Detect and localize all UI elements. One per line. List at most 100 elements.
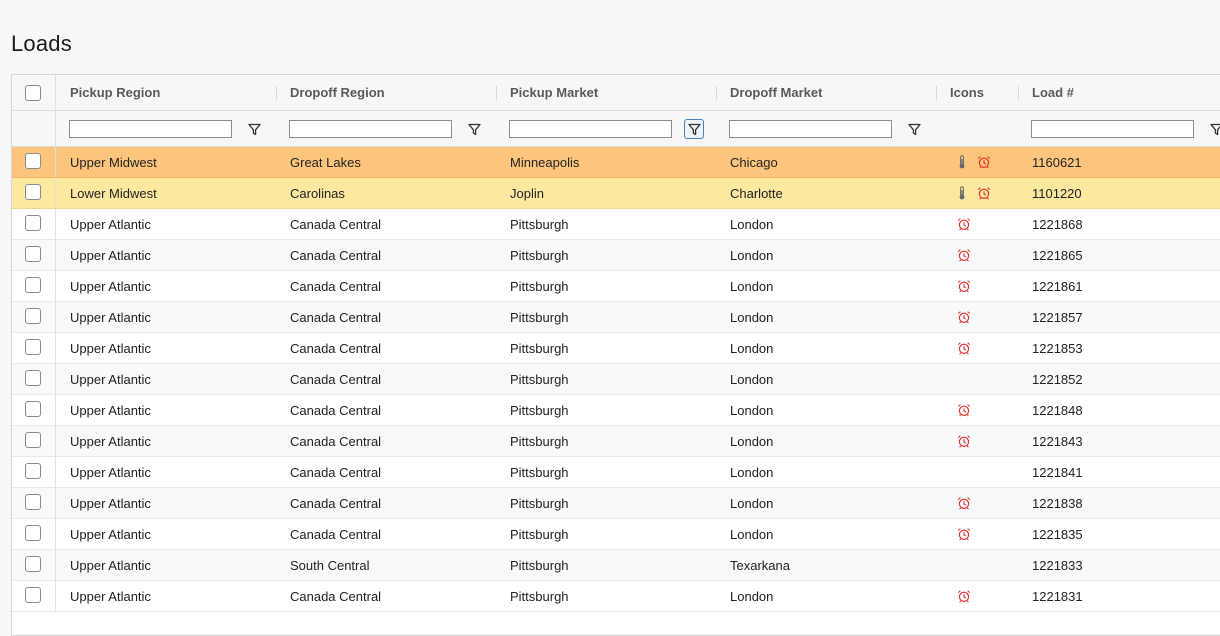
row-checkbox[interactable] xyxy=(25,370,41,386)
pickup-market-cell: Pittsburgh xyxy=(510,209,569,239)
table-row[interactable]: Upper AtlanticCanada CentralPittsburghLo… xyxy=(12,333,1220,364)
table-row[interactable]: Upper Atlantic Canada Central Pittsburgh Lo… xyxy=(12,488,1220,519)
pickup-region-cell: Upper Atlantic xyxy=(70,519,151,549)
dropoff-region-filter-input[interactable] xyxy=(289,120,452,138)
dropoff-region-cell: Canada Central xyxy=(290,395,381,425)
pickup-market-filter-input[interactable] xyxy=(509,120,672,138)
dropoff-region-cell: Canada Central xyxy=(290,581,381,611)
column-header-label: Icons xyxy=(950,85,984,100)
column-separator[interactable] xyxy=(276,86,277,100)
table-row[interactable]: Upper AtlanticCanada CentralPittsburghLo… xyxy=(12,519,1220,550)
pickup-region-cell: Upper Atlantic xyxy=(70,488,151,518)
pickup-market-cell: Pittsburgh xyxy=(510,333,569,363)
row-checkbox[interactable] xyxy=(25,277,41,293)
dropoff-market-cell: London xyxy=(730,581,773,611)
row-checkbox-cell xyxy=(12,550,56,580)
row-checkbox-cell xyxy=(12,240,56,270)
table-row[interactable]: Upper AtlanticCanada CentralPittsburghLo… xyxy=(12,209,1220,240)
row-checkbox[interactable] xyxy=(25,401,41,417)
column-separator[interactable] xyxy=(1018,86,1019,100)
row-checkbox[interactable] xyxy=(25,215,41,231)
column-separator[interactable] xyxy=(496,86,497,100)
load-number-cell: 1221843 xyxy=(1032,426,1083,456)
pickup-region-cell: Upper Atlantic xyxy=(70,550,151,580)
table-row[interactable]: Upper AtlanticCanada CentralPittsburghLo… xyxy=(12,302,1220,333)
row-icons-cell xyxy=(955,178,991,208)
row-icons-cell xyxy=(957,395,971,425)
row-checkbox[interactable] xyxy=(25,339,41,355)
column-header-icons[interactable]: Icons xyxy=(950,75,984,110)
row-checkbox[interactable] xyxy=(25,153,41,169)
row-checkbox[interactable] xyxy=(25,184,41,200)
select-all-checkbox[interactable] xyxy=(25,85,41,101)
dropoff-region-cell: Canada Central xyxy=(290,488,381,518)
column-header-dropoff-market[interactable]: Dropoff Market xyxy=(730,75,822,110)
column-header-label: Pickup Region xyxy=(70,85,160,100)
load-number-cell: 1221838 xyxy=(1032,488,1083,518)
table-row[interactable]: Upper AtlanticCanada CentralPittsburghLo… xyxy=(12,240,1220,271)
pickup-market-cell: Minneapolis xyxy=(510,147,579,177)
pickup-market-cell: Pittsburgh xyxy=(510,550,569,580)
row-checkbox[interactable] xyxy=(25,246,41,262)
table-row[interactable]: Upper AtlanticCanada CentralPittsburghLo… xyxy=(12,364,1220,395)
grid-filter-row xyxy=(12,111,1220,147)
column-header-pickup-market[interactable]: Pickup Market xyxy=(510,75,598,110)
row-checkbox[interactable] xyxy=(25,463,41,479)
dropoff-market-cell: London xyxy=(730,333,773,363)
row-checkbox[interactable] xyxy=(25,525,41,541)
dropoff-region-cell: Canada Central xyxy=(290,519,381,549)
pickup-market-cell: Pittsburgh xyxy=(510,426,569,456)
dropoff-region-cell: Canada Central xyxy=(290,457,381,487)
pickup-region-cell: Upper Atlantic xyxy=(70,302,151,332)
alarm-clock-icon xyxy=(957,217,971,231)
row-checkbox-cell xyxy=(12,209,56,239)
thermometer-icon xyxy=(955,155,969,169)
dropoff-market-filter-button[interactable] xyxy=(904,119,924,139)
table-row[interactable]: Upper AtlanticCanada CentralPittsburghLo… xyxy=(12,457,1220,488)
column-header-dropoff-region[interactable]: Dropoff Region xyxy=(290,75,385,110)
column-separator[interactable] xyxy=(936,86,937,100)
row-checkbox-cell xyxy=(12,364,56,394)
row-checkbox-cell xyxy=(12,457,56,487)
pickup-market-cell: Pittsburgh xyxy=(510,581,569,611)
row-checkbox[interactable] xyxy=(25,556,41,572)
load-number-filter-input[interactable] xyxy=(1031,120,1194,138)
row-checkbox[interactable] xyxy=(25,308,41,324)
pickup-market-cell: Pittsburgh xyxy=(510,488,569,518)
row-checkbox[interactable] xyxy=(25,432,41,448)
dropoff-region-cell: Canada Central xyxy=(290,364,381,394)
table-row[interactable]: Upper AtlanticCanada CentralPittsburghLo… xyxy=(12,271,1220,302)
column-header-pickup-region[interactable]: Pickup Region xyxy=(70,75,160,110)
dropoff-market-cell: London xyxy=(730,302,773,332)
column-header-load-number[interactable]: Load # xyxy=(1032,75,1074,110)
load-number-filter-button[interactable] xyxy=(1206,119,1220,139)
load-number-cell: 1221852 xyxy=(1032,364,1083,394)
dropoff-market-cell: Chicago xyxy=(730,147,778,177)
row-icons-cell xyxy=(957,519,971,549)
table-row[interactable]: Upper MidwestGreat LakesMinneapolisChica… xyxy=(12,147,1220,178)
table-row[interactable]: Upper AtlanticSouth CentralPittsburghTex… xyxy=(12,550,1220,581)
load-number-cell: 1221841 xyxy=(1032,457,1083,487)
dropoff-market-filter-input[interactable] xyxy=(729,120,892,138)
table-row[interactable]: Upper AtlanticCanada CentralPittsburghLo… xyxy=(12,395,1220,426)
table-row[interactable]: Upper AtlanticCanada CentralPittsburghLo… xyxy=(12,581,1220,612)
filter-icon xyxy=(908,123,921,136)
column-separator[interactable] xyxy=(716,86,717,100)
pickup-market-cell: Pittsburgh xyxy=(510,240,569,270)
loads-grid: Pickup Region Dropoff Region Pickup Mark… xyxy=(11,74,1220,636)
dropoff-region-cell: Canada Central xyxy=(290,240,381,270)
dropoff-market-cell: London xyxy=(730,488,773,518)
pickup-region-cell: Upper Atlantic xyxy=(70,364,151,394)
table-row[interactable]: Lower MidwestCarolinasJoplinCharlotte110… xyxy=(12,178,1220,209)
table-row[interactable]: Upper AtlanticCanada CentralPittsburghLo… xyxy=(12,426,1220,457)
row-icons-cell xyxy=(957,302,971,332)
row-checkbox-cell xyxy=(12,271,56,301)
pickup-region-cell: Lower Midwest xyxy=(70,178,157,208)
pickup-region-filter-button[interactable] xyxy=(244,119,264,139)
dropoff-region-filter-button[interactable] xyxy=(464,119,484,139)
row-checkbox[interactable] xyxy=(25,587,41,603)
pickup-market-filter-button[interactable] xyxy=(684,119,704,139)
alarm-clock-icon xyxy=(957,434,971,448)
pickup-region-filter-input[interactable] xyxy=(69,120,232,138)
row-checkbox[interactable] xyxy=(25,494,41,510)
